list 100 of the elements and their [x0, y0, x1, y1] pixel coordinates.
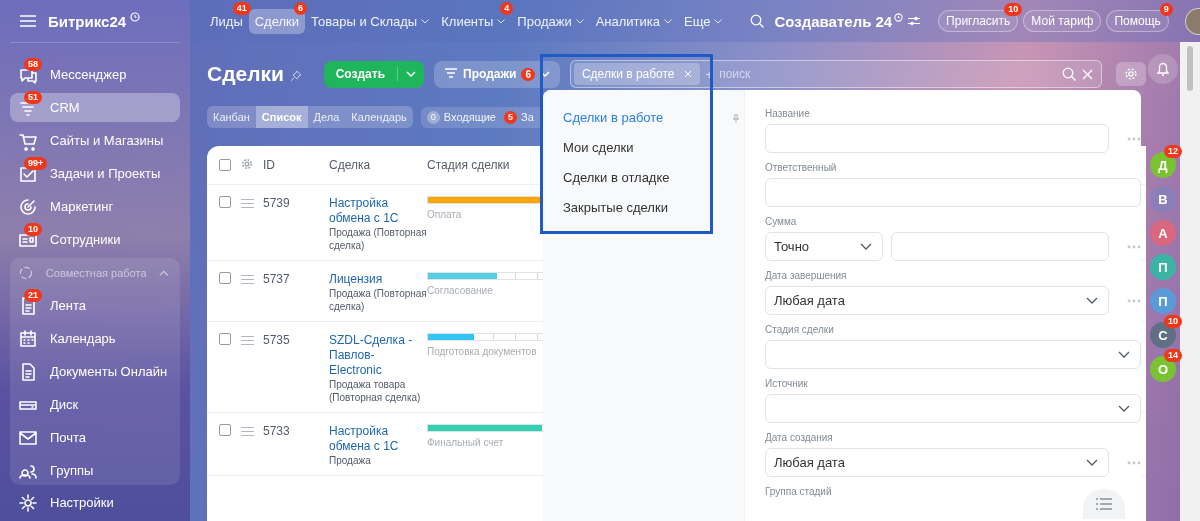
deal-type: Продажа (Повторная сделка): [329, 226, 427, 252]
sidebar-item[interactable]: 51 CRM: [10, 93, 180, 122]
dropdown-field[interactable]: [765, 394, 1141, 423]
pin-icon[interactable]: [732, 114, 740, 124]
sidebar-item[interactable]: 58 Мессенджер: [10, 60, 180, 89]
filter-preset[interactable]: Сделки в отладке: [563, 170, 670, 185]
more-icon[interactable]: [1127, 460, 1141, 465]
group-header[interactable]: Совместная работа: [10, 258, 180, 287]
chevron-icon: [1118, 405, 1130, 412]
chat-avatar[interactable]: П: [1150, 288, 1176, 314]
nav-tab[interactable]: Продажи: [511, 8, 590, 34]
more-icon[interactable]: [1127, 298, 1141, 303]
stage-label: Подготовка документов: [427, 346, 537, 357]
sidebar-item[interactable]: Диск: [10, 390, 180, 419]
sidebar-icon: [18, 196, 38, 217]
input-field[interactable]: [765, 178, 1141, 207]
deal-link[interactable]: SZDL-Сделка - Павлов-Electronic: [329, 333, 427, 378]
deal-link[interactable]: Настройка обмена с 1С: [329, 424, 427, 454]
filter-preset[interactable]: Закрытые сделки: [563, 200, 668, 215]
chevron-icon: [1086, 297, 1098, 304]
deal-link[interactable]: Лицензия: [329, 272, 427, 287]
sidebar-item[interactable]: Маркетинг: [10, 192, 180, 221]
count-badge: 41: [232, 1, 251, 15]
count-badge: 6: [294, 1, 308, 15]
dropdown-field[interactable]: Любая дата: [765, 286, 1109, 315]
column-header[interactable]: ID: [263, 158, 329, 172]
checkbox[interactable]: [219, 333, 231, 345]
checkbox[interactable]: [219, 424, 231, 436]
close-icon[interactable]: [683, 70, 692, 78]
view-tab[interactable]: Дела: [307, 106, 346, 128]
dropdown-field[interactable]: Любая дата: [765, 448, 1109, 477]
count-badge: 58: [24, 57, 42, 71]
count-badge: 51: [24, 90, 42, 104]
field-label: Сумма: [765, 216, 797, 227]
search-icon[interactable]: [750, 14, 765, 28]
input-field[interactable]: [765, 124, 1109, 153]
checkbox[interactable]: [219, 272, 231, 284]
drag-handle-icon[interactable]: [241, 427, 254, 436]
settings-item[interactable]: Настройки: [10, 486, 180, 519]
sidebar-item[interactable]: Группы: [10, 456, 180, 485]
chevron-icon: [1118, 351, 1130, 358]
close-icon[interactable]: [1082, 68, 1094, 80]
settings-button[interactable]: [1116, 62, 1146, 86]
chat-avatar[interactable]: В: [1150, 186, 1176, 212]
column-header[interactable]: Сделка: [329, 158, 427, 172]
table-cell-text: 5737: [263, 272, 291, 286]
funnel-icon: [444, 68, 459, 80]
column-header[interactable]: Стадия сделки: [427, 158, 510, 172]
chevron-icon: [1086, 459, 1098, 466]
chat-avatar[interactable]: П: [1150, 254, 1176, 280]
drag-handle-icon[interactable]: [241, 336, 254, 345]
filter-preset[interactable]: Мои сделки: [563, 140, 634, 155]
category-button[interactable]: Продажи 6: [434, 60, 560, 88]
counter-badge: 5: [504, 110, 517, 124]
counter-label[interactable]: За: [521, 111, 534, 123]
checkbox[interactable]: [219, 159, 231, 171]
view-tab[interactable]: Список: [255, 106, 308, 128]
sidebar-item[interactable]: 21 Лента: [10, 291, 180, 320]
checkbox[interactable]: [219, 196, 231, 208]
sliders-icon[interactable]: [908, 16, 921, 26]
nav-tab[interactable]: Товары и Склады: [305, 8, 436, 34]
list-button[interactable]: [1083, 489, 1125, 519]
view-tab[interactable]: Календарь: [345, 106, 413, 128]
counter-label[interactable]: Входящие: [443, 111, 496, 123]
header-button[interactable]: Мой тариф: [1023, 10, 1102, 32]
table-cell-text: 5733: [263, 424, 291, 438]
create-button[interactable]: Создать: [323, 60, 425, 88]
sidebar-item[interactable]: Календарь: [10, 324, 180, 353]
search-icon[interactable]: [1062, 67, 1077, 81]
stage-label: Согласование: [427, 285, 493, 296]
sidebar-item[interactable]: Сайты и Магазины: [10, 126, 180, 155]
menu-icon[interactable]: [20, 15, 36, 27]
table-cell-text: 5739: [263, 196, 291, 210]
dropdown-field[interactable]: [765, 340, 1141, 369]
deal-link[interactable]: Настройка обмена с 1С: [329, 196, 427, 226]
stage-label: Финальный счет: [427, 437, 504, 448]
drag-handle-icon[interactable]: [241, 275, 254, 284]
logo[interactable]: Битрикс24: [48, 12, 127, 30]
sidebar-item[interactable]: 99+ Задачи и Проекты: [10, 159, 180, 188]
page-title: Сделки: [207, 62, 284, 86]
filter-chip[interactable]: Сделки в работе: [573, 63, 700, 85]
field-label: Ответственный: [765, 162, 837, 173]
count-badge: 99+: [24, 156, 48, 170]
field-label: Дата создания: [765, 432, 833, 443]
view-tab[interactable]: Канбан: [207, 106, 256, 128]
chat-avatar[interactable]: А: [1150, 220, 1176, 246]
sidebar-item[interactable]: Почта: [10, 423, 180, 452]
bell-icon[interactable]: [1148, 54, 1178, 84]
nav-tab[interactable]: Аналитика: [589, 8, 678, 34]
sidebar-item[interactable]: 10 Сотрудники: [10, 225, 180, 254]
nav-tab[interactable]: Еще: [678, 8, 729, 34]
dropdown-field[interactable]: Точно: [765, 232, 883, 261]
filter-preset[interactable]: Сделки в работе: [563, 110, 664, 125]
input-field[interactable]: [891, 232, 1109, 261]
settings-icon[interactable]: [241, 157, 253, 170]
more-icon[interactable]: [1127, 136, 1141, 141]
portal-name[interactable]: Создаватель: [774, 12, 872, 30]
more-icon[interactable]: [1127, 244, 1141, 249]
drag-handle-icon[interactable]: [241, 199, 254, 208]
sidebar-item[interactable]: Документы Онлайн: [10, 357, 180, 386]
